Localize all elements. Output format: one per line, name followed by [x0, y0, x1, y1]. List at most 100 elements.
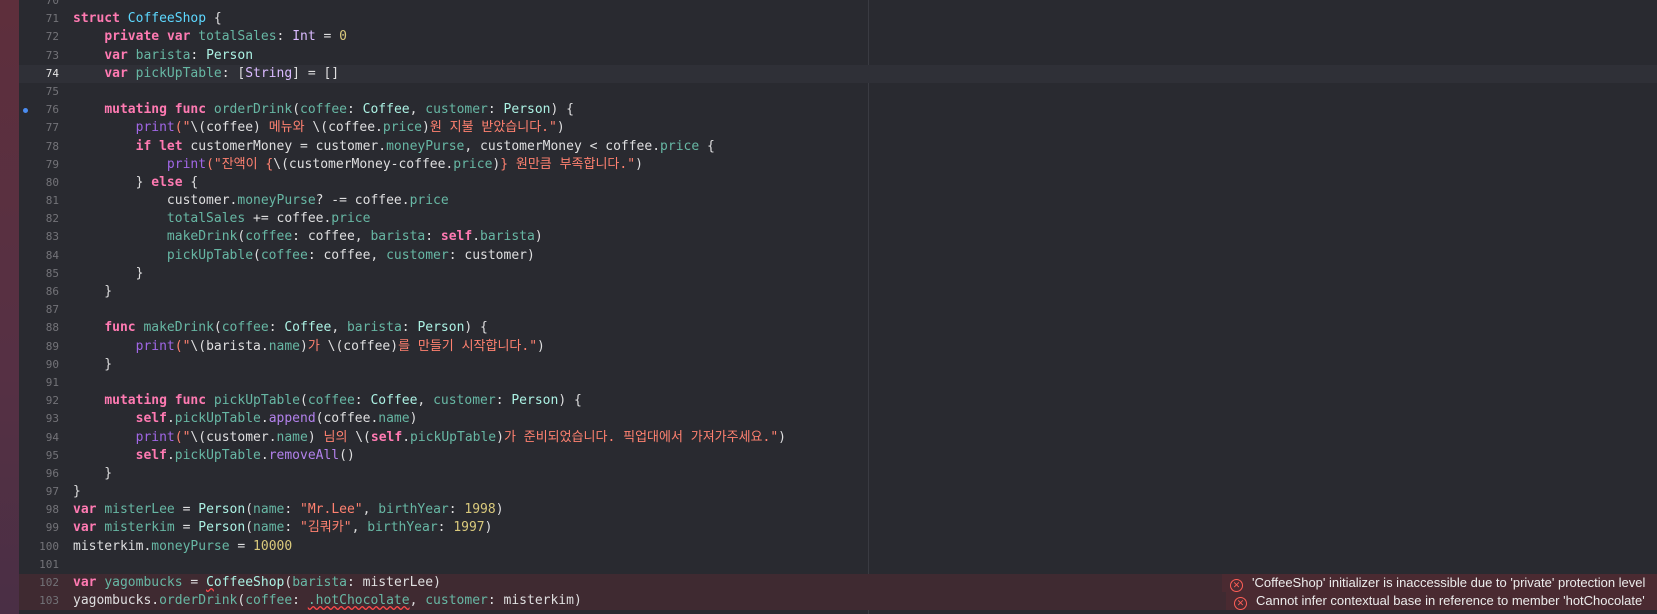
- line-number[interactable]: 94: [19, 429, 59, 447]
- line-number[interactable]: 85: [19, 265, 59, 283]
- code-text[interactable]: print("\(customer.name) 님의 \(self.pickUp…: [73, 429, 786, 447]
- code-line-72[interactable]: 72 private var totalSales: Int = 0: [19, 28, 1657, 46]
- line-number[interactable]: 96: [19, 465, 59, 483]
- line-number[interactable]: 83: [19, 228, 59, 246]
- code-text[interactable]: var misterkim = Person(name: "김쿼카", birt…: [73, 519, 492, 537]
- error-icon[interactable]: ✕: [1234, 597, 1247, 611]
- code-text[interactable]: func makeDrink(coffee: Coffee, barista: …: [73, 319, 488, 337]
- code-line-70[interactable]: 70: [19, 0, 1657, 10]
- code-line-74[interactable]: 74 var pickUpTable: [String] = []: [19, 64, 1657, 83]
- code-text[interactable]: mutating func pickUpTable(coffee: Coffee…: [73, 392, 582, 410]
- code-text[interactable]: var barista: Person: [73, 47, 253, 65]
- line-number[interactable]: 92: [19, 392, 59, 410]
- line-number[interactable]: 102: [19, 574, 59, 592]
- code-line-89[interactable]: 89 print("\(barista.name)가 \(coffee)를 만들…: [19, 338, 1657, 356]
- code-text[interactable]: misterkim.moneyPurse = 10000: [73, 538, 292, 556]
- code-text[interactable]: pickUpTable(coffee: coffee, customer: cu…: [73, 247, 535, 265]
- line-number[interactable]: 93: [19, 410, 59, 428]
- line-number[interactable]: 99: [19, 519, 59, 537]
- code-line-77[interactable]: 77 print("\(coffee) 메뉴와 \(coffee.price)원…: [19, 119, 1657, 137]
- code-text[interactable]: customer.moneyPurse? -= coffee.price: [73, 192, 449, 210]
- line-number[interactable]: 88: [19, 319, 59, 337]
- line-number[interactable]: 103: [19, 592, 59, 610]
- code-text[interactable]: var misterLee = Person(name: "Mr.Lee", b…: [73, 501, 504, 519]
- line-number[interactable]: 73: [19, 47, 59, 65]
- code-line-101[interactable]: 101: [19, 556, 1657, 574]
- code-line-90[interactable]: 90 }: [19, 356, 1657, 374]
- code-editor[interactable]: 70 71 struct CoffeeShop {72 private var to…: [19, 0, 1657, 614]
- line-number[interactable]: 81: [19, 192, 59, 210]
- line-number[interactable]: 70: [19, 0, 59, 10]
- line-number[interactable]: 87: [19, 301, 59, 319]
- code-line-83[interactable]: 83 makeDrink(coffee: coffee, barista: se…: [19, 228, 1657, 246]
- code-line-85[interactable]: 85 }: [19, 265, 1657, 283]
- code-line-99[interactable]: 99 var misterkim = Person(name: "김쿼카", bi…: [19, 519, 1657, 537]
- code-line-97[interactable]: 97}: [19, 483, 1657, 501]
- code-text[interactable]: print("잔액이 {\(customerMoney-coffee.price…: [73, 156, 643, 174]
- line-number[interactable]: 77: [19, 119, 59, 137]
- code-text[interactable]: }: [73, 483, 81, 501]
- code-line-87[interactable]: 87: [19, 301, 1657, 319]
- code-text[interactable]: mutating func orderDrink(coffee: Coffee,…: [73, 101, 574, 119]
- line-number[interactable]: 79: [19, 156, 59, 174]
- code-text[interactable]: var pickUpTable: [String] = []: [73, 65, 339, 83]
- code-line-73[interactable]: 73 var barista: Person: [19, 47, 1657, 65]
- code-text[interactable]: print("\(barista.name)가 \(coffee)를 만들기 시…: [73, 338, 545, 356]
- code-text[interactable]: } else {: [73, 174, 199, 192]
- code-line-88[interactable]: 88 func makeDrink(coffee: Coffee, barist…: [19, 319, 1657, 337]
- code-line-75[interactable]: 75: [19, 83, 1657, 101]
- code-text[interactable]: makeDrink(coffee: coffee, barista: self.…: [73, 228, 543, 246]
- code-text[interactable]: var yagombucks = CoffeeShop(barista: mis…: [73, 574, 441, 592]
- code-text[interactable]: yagombucks.orderDrink(coffee: .hotChocol…: [73, 592, 582, 610]
- code-text[interactable]: print("\(coffee) 메뉴와 \(coffee.price)원 지불…: [73, 119, 565, 137]
- code-text[interactable]: }: [73, 265, 144, 283]
- code-line-91[interactable]: 91: [19, 374, 1657, 392]
- code-line-81[interactable]: 81 customer.moneyPurse? -= coffee.price: [19, 192, 1657, 210]
- code-text[interactable]: struct CoffeeShop {: [73, 10, 222, 28]
- code-line-82[interactable]: 82 totalSales += coffee.price: [19, 210, 1657, 228]
- line-number[interactable]: 91: [19, 374, 59, 392]
- line-number[interactable]: 82: [19, 210, 59, 228]
- line-number[interactable]: 98: [19, 501, 59, 519]
- code-line-80[interactable]: 80 } else {: [19, 174, 1657, 192]
- code-line-71[interactable]: 71 struct CoffeeShop {: [19, 10, 1657, 28]
- line-number[interactable]: 75: [19, 83, 59, 101]
- code-text[interactable]: totalSales += coffee.price: [73, 210, 371, 228]
- line-number[interactable]: 101: [19, 556, 59, 574]
- code-line-95[interactable]: 95 self.pickUpTable.removeAll(): [19, 447, 1657, 465]
- line-number[interactable]: 78: [19, 138, 59, 156]
- code-text[interactable]: }: [73, 356, 112, 374]
- line-number[interactable]: 80: [19, 174, 59, 192]
- issue-message[interactable]: ✕ Cannot infer contextual base in referen…: [1226, 592, 1657, 611]
- line-number[interactable]: 74: [19, 65, 59, 83]
- code-line-78[interactable]: 78 if let customerMoney = customer.money…: [19, 138, 1657, 156]
- code-text[interactable]: }: [73, 283, 112, 301]
- line-number[interactable]: 100: [19, 538, 59, 556]
- line-number[interactable]: 72: [19, 28, 59, 46]
- code-line-94[interactable]: 94 print("\(customer.name) 님의 \(self.pic…: [19, 429, 1657, 447]
- code-text[interactable]: if let customerMoney = customer.moneyPur…: [73, 138, 715, 156]
- code-line-93[interactable]: 93 self.pickUpTable.append(coffee.name): [19, 410, 1657, 428]
- code-text[interactable]: self.pickUpTable.removeAll(): [73, 447, 355, 465]
- line-number[interactable]: 95: [19, 447, 59, 465]
- code-line-84[interactable]: 84 pickUpTable(coffee: coffee, customer:…: [19, 247, 1657, 265]
- code-line-86[interactable]: 86 }: [19, 283, 1657, 301]
- line-number[interactable]: 90: [19, 356, 59, 374]
- code-text[interactable]: self.pickUpTable.append(coffee.name): [73, 410, 418, 428]
- code-line-98[interactable]: 98 var misterLee = Person(name: "Mr.Lee",…: [19, 501, 1657, 519]
- code-line-79[interactable]: 79 print("잔액이 {\(customerMoney-coffee.pr…: [19, 156, 1657, 174]
- issue-message[interactable]: ✕ 'CoffeeShop' initializer is inaccessibl…: [1222, 574, 1657, 592]
- line-number[interactable]: 71: [19, 10, 59, 28]
- error-icon[interactable]: ✕: [1230, 579, 1243, 592]
- line-number[interactable]: 89: [19, 338, 59, 356]
- line-number[interactable]: 86: [19, 283, 59, 301]
- line-number[interactable]: 97: [19, 483, 59, 501]
- code-text[interactable]: }: [73, 465, 112, 483]
- code-text[interactable]: private var totalSales: Int = 0: [73, 28, 347, 46]
- line-number[interactable]: 84: [19, 247, 59, 265]
- code-line-100[interactable]: 100 misterkim.moneyPurse = 10000: [19, 538, 1657, 556]
- code-line-76[interactable]: 76 mutating func orderDrink(coffee: Coff…: [19, 101, 1657, 119]
- code-line-92[interactable]: 92 mutating func pickUpTable(coffee: Cof…: [19, 392, 1657, 410]
- code-line-96[interactable]: 96 }: [19, 465, 1657, 483]
